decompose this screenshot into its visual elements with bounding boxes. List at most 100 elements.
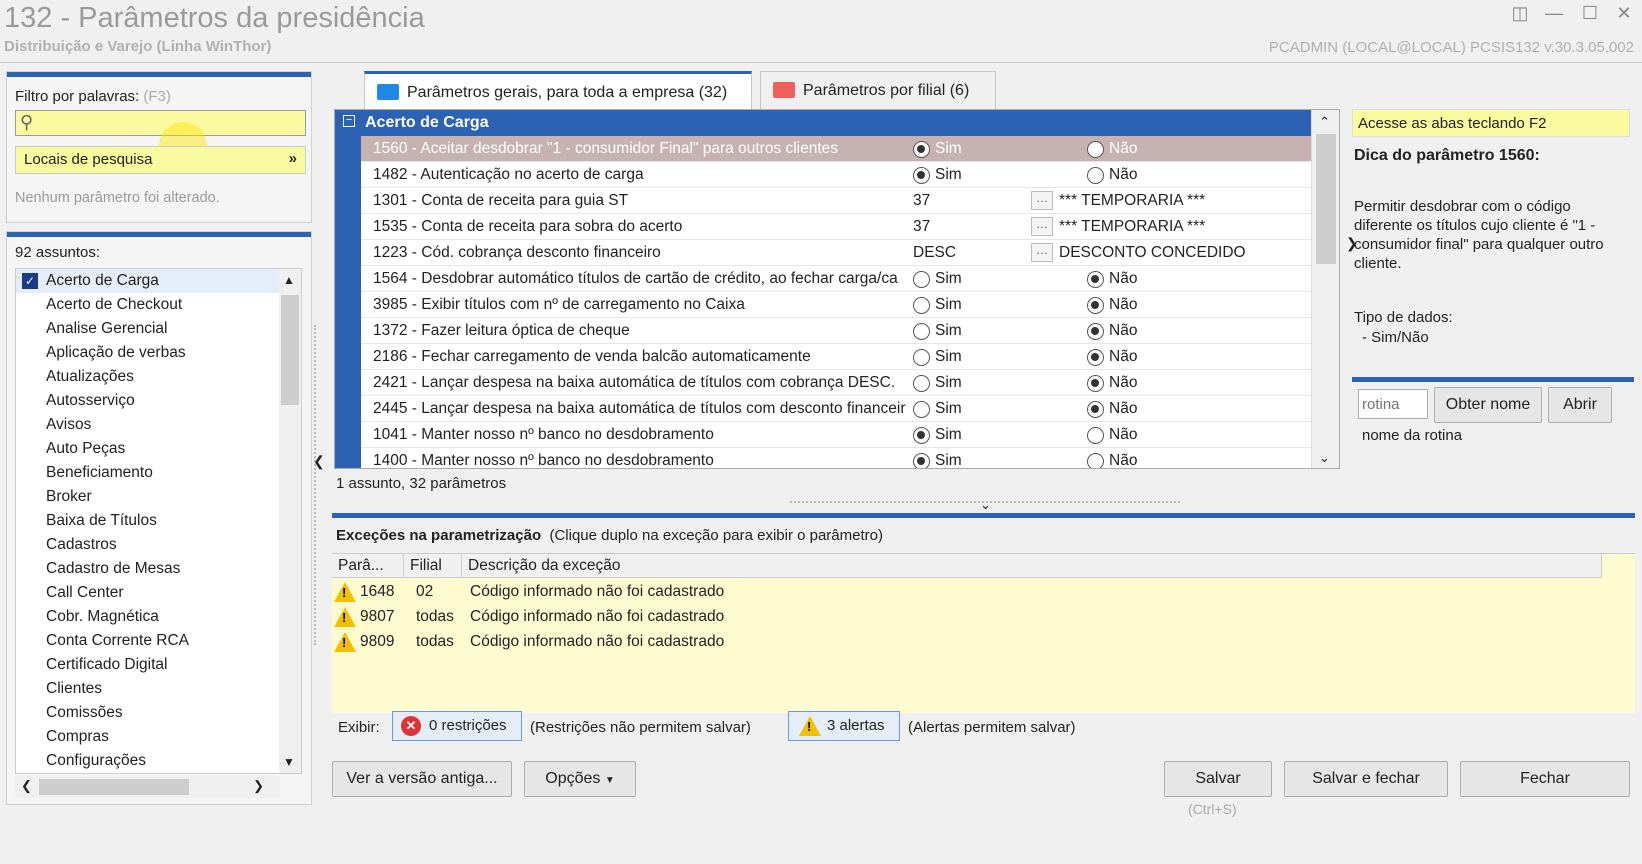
salvar-e-fechar-button[interactable]: Salvar e fechar xyxy=(1284,761,1448,797)
parameter-row[interactable]: 2186 - Fechar carregamento de venda balc… xyxy=(361,344,1311,370)
parameter-row[interactable]: 1482 - Autenticação no acerto de carga Si… xyxy=(361,162,1311,188)
subject-item[interactable]: Autosserviço xyxy=(16,389,301,413)
radio-sim[interactable] xyxy=(913,375,930,392)
subjects-list[interactable]: ✓ Acerto de Carga Acerto de Checkout Analis… xyxy=(15,268,302,774)
parameter-row[interactable]: 1301 - Conta de receita para guia ST 37 … *… xyxy=(361,188,1311,214)
chevron-left-icon[interactable]: ❮ xyxy=(21,778,32,794)
checkbox-checked-icon[interactable]: ✓ xyxy=(22,273,38,289)
radio-sim[interactable] xyxy=(913,167,930,184)
radio-nao[interactable] xyxy=(1087,141,1104,158)
exception-row[interactable]: 9809 todas Código informado não foi cadast… xyxy=(332,630,1600,654)
subject-item[interactable]: Auto Peças xyxy=(16,437,301,461)
parameter-row[interactable]: 1560 - Aceitar desdobrar "1 - consumidor… xyxy=(361,136,1311,162)
col-header-filial[interactable]: Filial xyxy=(404,554,462,578)
parameter-row[interactable]: 1041 - Manter nosso nº banco no desdobra… xyxy=(361,422,1311,448)
subject-item[interactable]: Beneficiamento xyxy=(16,461,301,485)
subject-item[interactable]: Certificado Digital xyxy=(16,653,301,677)
radio-sim[interactable] xyxy=(913,297,930,314)
restricoes-button[interactable]: ✕ 0 restrições xyxy=(392,711,522,741)
radio-sim[interactable] xyxy=(913,427,930,444)
subject-item[interactable]: Clientes xyxy=(16,677,301,701)
radio-nao[interactable] xyxy=(1087,349,1104,366)
parameter-row[interactable]: 1223 - Cód. cobrança desconto financeiro… xyxy=(361,240,1311,266)
close-window-icon[interactable]: ✕ xyxy=(1610,2,1638,24)
horizontal-scrollbar[interactable]: ❮ ❯ xyxy=(15,776,280,798)
subject-item[interactable]: Comissões xyxy=(16,701,301,725)
chevron-down-icon[interactable]: ▼ xyxy=(283,755,295,769)
radio-sim[interactable] xyxy=(913,323,930,340)
chevron-up-icon[interactable]: ▲ xyxy=(283,273,295,287)
hscroll-thumb[interactable] xyxy=(39,779,189,795)
ver-versao-antiga-button[interactable]: Ver a versão antiga... xyxy=(332,761,512,797)
subject-item[interactable]: Conta Corrente RCA xyxy=(16,629,301,653)
subject-item[interactable]: Call Center xyxy=(16,581,301,605)
parameter-row[interactable]: 1564 - Desdobrar automático títulos de c… xyxy=(361,266,1311,292)
chevron-up-icon[interactable]: ⌃ xyxy=(1319,114,1330,130)
parameter-value[interactable]: DESC xyxy=(913,244,956,262)
radio-nao[interactable] xyxy=(1087,401,1104,418)
radio-nao[interactable] xyxy=(1087,453,1104,468)
scroll-thumb[interactable] xyxy=(1316,134,1336,264)
subject-item[interactable]: Cadastros xyxy=(16,533,301,557)
chevron-down-icon[interactable]: ⌄ xyxy=(1319,450,1330,466)
lookup-button[interactable]: … xyxy=(1031,243,1053,262)
subject-item[interactable]: Analise Gerencial xyxy=(16,317,301,341)
fechar-button[interactable]: Fechar xyxy=(1460,761,1630,797)
parameter-row[interactable]: 2421 - Lançar despesa na baixa automátic… xyxy=(361,370,1311,396)
radio-sim[interactable] xyxy=(913,141,930,158)
filter-input[interactable]: ⚲ xyxy=(15,110,306,136)
radio-sim[interactable] xyxy=(913,271,930,288)
col-header-descricao[interactable]: Descrição da exceção xyxy=(462,554,1602,578)
alertas-button[interactable]: 3 alertas xyxy=(788,711,900,741)
parameter-row[interactable]: 1372 - Fazer leitura óptica de cheque Sim… xyxy=(361,318,1311,344)
radio-nao[interactable] xyxy=(1087,271,1104,288)
subject-item[interactable]: Aplicação de verbas xyxy=(16,341,301,365)
lookup-button[interactable]: … xyxy=(1031,217,1053,236)
col-header-param[interactable]: Parâ... xyxy=(332,554,404,578)
radio-sim[interactable] xyxy=(913,349,930,366)
radio-nao[interactable] xyxy=(1087,375,1104,392)
subjects-scrollbar[interactable]: ▲ ▼ xyxy=(279,269,301,773)
radio-nao[interactable] xyxy=(1087,167,1104,184)
exception-row[interactable]: 9807 todas Código informado não foi cadast… xyxy=(332,605,1600,629)
parameter-value[interactable]: 37 xyxy=(913,192,930,210)
restore-icon[interactable]: ◫ xyxy=(1506,2,1534,24)
subject-item[interactable]: ✓ Acerto de Carga xyxy=(16,269,301,293)
collapse-icon[interactable]: − xyxy=(343,115,355,127)
subject-item[interactable]: Acerto de Checkout xyxy=(16,293,301,317)
subject-item[interactable]: Configurações de Email xyxy=(16,773,301,774)
subject-item[interactable]: Atualizações xyxy=(16,365,301,389)
tab-parametros-filial[interactable]: Parâmetros por filial (6) xyxy=(760,71,996,109)
opcoes-button[interactable]: Opções ▼ xyxy=(524,761,636,797)
exception-row[interactable]: 1648 02 Código informado não foi cadastrad… xyxy=(332,580,1600,604)
vertical-splitter[interactable] xyxy=(314,325,322,645)
radio-nao[interactable] xyxy=(1087,427,1104,444)
group-header[interactable]: − Acerto de Carga xyxy=(335,110,1311,136)
collapse-left-icon[interactable]: ❮ xyxy=(313,453,325,470)
parameter-row[interactable]: 2445 - Lançar despesa na baixa automátic… xyxy=(361,396,1311,422)
parameter-row[interactable]: 1535 - Conta de receita para sobra do ac… xyxy=(361,214,1311,240)
collapse-down-icon[interactable]: ⌄ xyxy=(980,497,991,513)
scroll-thumb[interactable] xyxy=(281,295,299,405)
radio-nao[interactable] xyxy=(1087,297,1104,314)
parameter-value[interactable]: 37 xyxy=(913,218,930,236)
radio-sim[interactable] xyxy=(913,401,930,418)
abrir-button[interactable]: Abrir xyxy=(1548,387,1612,423)
parameter-row[interactable]: 1400 - Manter nosso nº banco no desdobra… xyxy=(361,448,1311,468)
salvar-button[interactable]: Salvar xyxy=(1164,761,1272,797)
radio-nao[interactable] xyxy=(1087,323,1104,340)
locais-dropdown[interactable]: Locais de pesquisa » xyxy=(15,146,306,174)
subject-item[interactable]: Avisos xyxy=(16,413,301,437)
subject-item[interactable]: Baixa de Títulos xyxy=(16,509,301,533)
subject-item[interactable]: Cadastro de Mesas xyxy=(16,557,301,581)
expand-right-icon[interactable]: ❯ xyxy=(1346,235,1358,252)
grid-scrollbar[interactable]: ⌃ ⌄ xyxy=(1311,110,1339,468)
lookup-button[interactable]: … xyxy=(1031,191,1053,210)
maximize-icon[interactable]: ☐ xyxy=(1576,2,1604,24)
rotina-input[interactable] xyxy=(1358,389,1428,419)
subject-item[interactable]: Broker xyxy=(16,485,301,509)
tab-parametros-gerais[interactable]: Parâmetros gerais, para toda a empresa (… xyxy=(364,71,752,109)
obter-nome-button[interactable]: Obter nome xyxy=(1434,387,1542,423)
minimize-icon[interactable]: — xyxy=(1540,2,1568,24)
radio-sim[interactable] xyxy=(913,453,930,468)
